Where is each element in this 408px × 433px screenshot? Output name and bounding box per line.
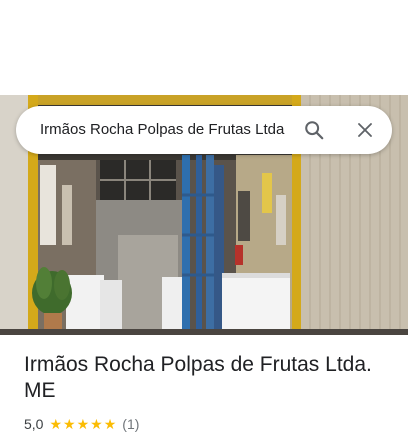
close-icon[interactable]	[351, 116, 379, 144]
search-icon[interactable]	[300, 116, 328, 144]
rating-row[interactable]: 5,0 ★ ★ ★ ★ ★ (1)	[24, 415, 139, 433]
star-rating: ★ ★ ★ ★ ★	[49, 417, 117, 431]
close-icon-glyph	[358, 123, 372, 137]
star-icon: ★	[90, 416, 103, 432]
star-icon: ★	[63, 416, 76, 432]
star-icon: ★	[103, 416, 117, 432]
place-title: Irmãos Rocha Polpas de Frutas Ltda. ME	[24, 353, 372, 402]
top-blank-area	[0, 0, 408, 95]
star-icon: ★	[76, 416, 90, 432]
star-icon: ★	[49, 416, 63, 432]
search-icon-glyph	[305, 121, 324, 140]
search-bar[interactable]: Irmãos Rocha Polpas de Frutas Ltda	[16, 106, 392, 154]
search-input[interactable]: Irmãos Rocha Polpas de Frutas Ltda	[40, 106, 284, 154]
